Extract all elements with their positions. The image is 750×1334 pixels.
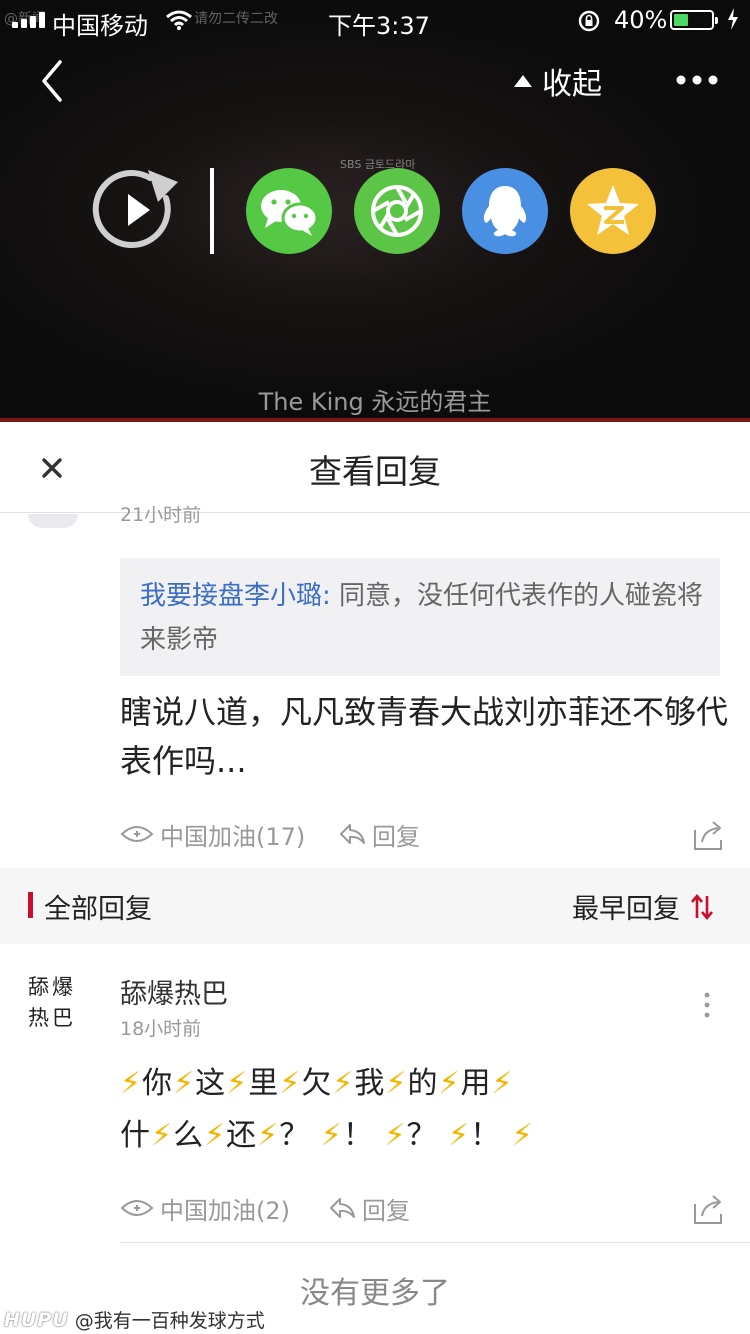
qq-share-button[interactable] (462, 168, 548, 254)
section-accent-bar (28, 892, 33, 918)
lightning-emoji: ⚡ (385, 1066, 408, 1101)
lightning-emoji: ⚡ (384, 1118, 407, 1153)
lightning-emoji: ⚡ (332, 1066, 355, 1101)
quoted-user-link[interactable]: 我要接盘李小璐: (140, 581, 331, 611)
reply-button[interactable]: 回复 (338, 814, 420, 854)
battery-icon (670, 10, 718, 30)
lightning-emoji: ⚡ (320, 1118, 343, 1153)
lightning-emoji: ⚡ (257, 1118, 280, 1153)
more-icon[interactable] (672, 66, 722, 94)
share-icon[interactable] (692, 1192, 726, 1226)
watermark-credit: @我有一百种发球方式 (74, 1310, 265, 1332)
footer-watermark: HUPU @我有一百种发球方式 (4, 1306, 265, 1333)
lightning-emoji: ⚡ (151, 1118, 174, 1153)
reply-text-line: 什⚡么⚡还⚡？ ⚡！ ⚡？ ⚡！ ⚡ (120, 1118, 534, 1153)
video-subtitle: The King 永远的君主 (258, 388, 492, 416)
rotation-lock-icon (578, 10, 600, 32)
sort-label: 最早回复 (572, 894, 680, 925)
reply-button[interactable]: 回复 (328, 1188, 410, 1228)
comment-text: 瞎说八道，凡凡致青春大战刘亦菲还不够代表作吗... (120, 693, 729, 780)
video-player[interactable]: SBS 금토드라마 @新闻 请勿二传二改 中国移动 下午3:37 40% (0, 0, 750, 422)
collapse-label: 收起 (542, 67, 602, 102)
lightning-emoji: ⚡ (511, 1118, 534, 1153)
charging-icon (728, 8, 738, 30)
lightning-emoji: ⚡ (279, 1066, 302, 1101)
battery-percent: 40% (614, 6, 668, 34)
moments-icon (371, 185, 423, 237)
sheet-title: 查看回复 (309, 452, 441, 491)
wifi-icon (166, 10, 192, 30)
lightning-emoji: ⚡ (491, 1066, 514, 1101)
signal-icon (12, 12, 48, 28)
avatar[interactable] (28, 514, 78, 528)
reply-text-line: ⚡你⚡这⚡里⚡欠⚡我⚡的⚡用⚡ (120, 1066, 514, 1101)
qzone-share-button[interactable] (570, 168, 656, 254)
qq-icon (483, 186, 527, 237)
moments-share-button[interactable] (354, 168, 440, 254)
like-count: 中国加油(2) (160, 1196, 290, 1225)
comment-time: 21小时前 (120, 506, 202, 526)
lightning-emoji: ⚡ (448, 1118, 471, 1153)
caret-up-icon (514, 75, 532, 87)
share-divider (210, 168, 214, 254)
like-eye-icon (120, 1200, 154, 1216)
lightning-emoji: ⚡ (204, 1118, 227, 1153)
reply-time: 18小时前 (120, 1018, 202, 1040)
like-button[interactable]: 中国加油(17) (120, 814, 305, 854)
lightning-emoji: ⚡ (226, 1066, 249, 1101)
quoted-comment-text: 我要接盘李小璐: 同意，没任何代表作的人碰瓷将来影帝 (140, 581, 704, 655)
section-title: 全部回复 (44, 894, 152, 925)
reply-label: 回复 (362, 1196, 410, 1225)
sort-arrows-icon (691, 893, 713, 920)
reply-text: ⚡你⚡这⚡里⚡欠⚡我⚡的⚡用⚡ 什⚡么⚡还⚡？ ⚡！ ⚡？ ⚡！ ⚡ (120, 1058, 740, 1162)
hupu-logo: HUPU (4, 1308, 69, 1331)
replay-icon[interactable] (92, 168, 182, 252)
like-button[interactable]: 中国加油(2) (120, 1188, 290, 1228)
carrier-label: 中国移动 (52, 12, 148, 40)
status-bar: @新闻 请勿二传二改 中国移动 下午3:37 40% (0, 0, 750, 40)
reply-icon (340, 824, 365, 844)
lightning-emoji: ⚡ (438, 1066, 461, 1101)
like-eye-icon (120, 826, 154, 842)
back-icon[interactable] (34, 56, 74, 106)
lightning-emoji: ⚡ (120, 1066, 143, 1101)
user-name[interactable]: 舔爆热巴 (120, 972, 228, 1011)
divider (120, 1242, 750, 1243)
lightning-emoji: ⚡ (173, 1066, 196, 1101)
qzone-icon (587, 185, 639, 235)
reply-label: 回复 (372, 822, 420, 851)
avatar[interactable]: 舔爆热巴 (28, 972, 90, 1042)
like-count: 中国加油(17) (160, 822, 306, 851)
wechat-share-button[interactable] (246, 168, 332, 254)
more-vertical-icon[interactable] (700, 992, 714, 1018)
share-icon[interactable] (692, 818, 726, 852)
collapse-button[interactable]: 收起 (512, 58, 602, 104)
wechat-icon (261, 190, 319, 236)
clock: 下午3:37 (328, 12, 430, 40)
sort-button[interactable]: 最早回复 (572, 887, 714, 926)
reply-icon (330, 1198, 355, 1218)
